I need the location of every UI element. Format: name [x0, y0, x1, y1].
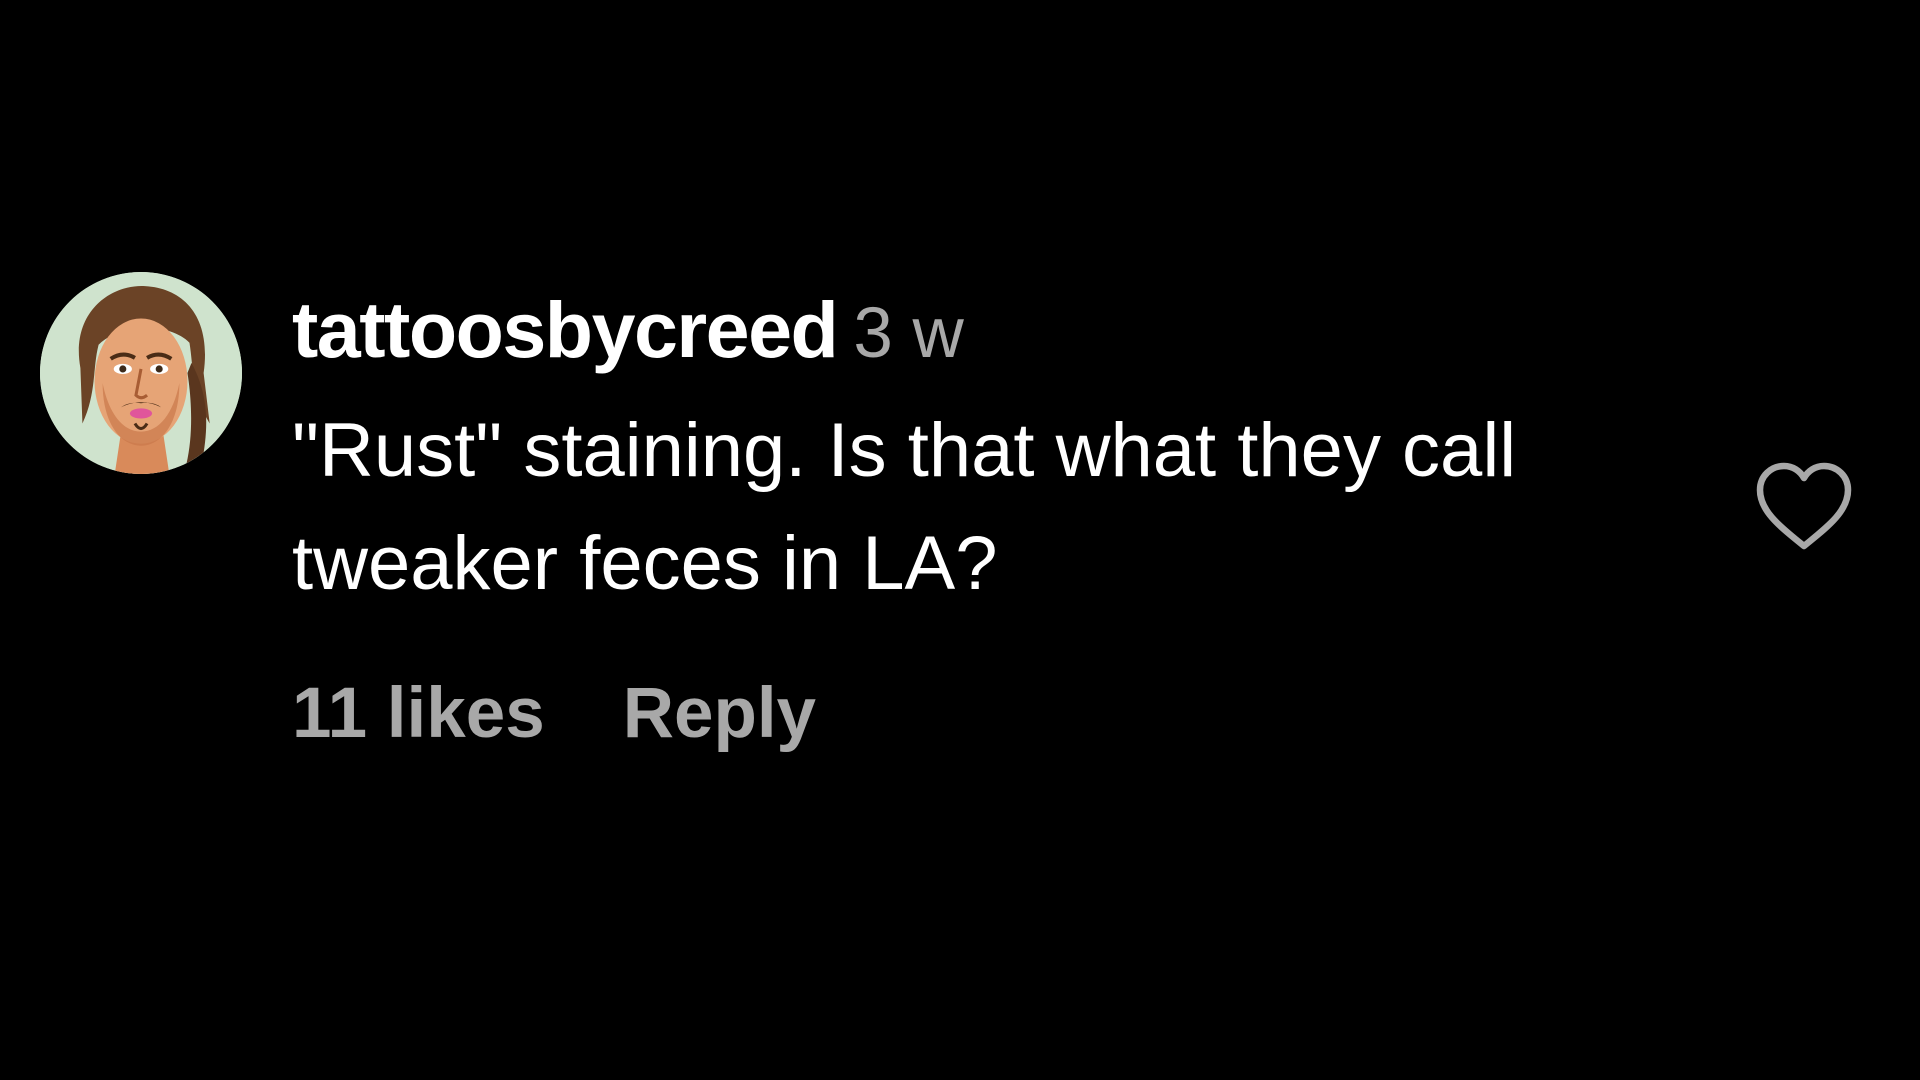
- avatar-illustration: [40, 272, 242, 474]
- likes-count[interactable]: 11 likes: [292, 674, 545, 753]
- reply-button[interactable]: Reply: [623, 674, 816, 753]
- comment-text: "Rust" staining. Is that what they call …: [292, 408, 1517, 606]
- comment-timestamp: 3 w: [853, 294, 964, 373]
- like-button[interactable]: [1752, 458, 1856, 554]
- heart-outline-icon: [1756, 462, 1852, 550]
- comment-screen: tattoosbycreed 3 w "Rust" staining. Is th…: [0, 0, 1920, 1080]
- avatar[interactable]: [40, 272, 242, 474]
- comment-header: tattoosbycreed 3 w: [292, 288, 964, 395]
- username-link[interactable]: tattoosbycreed: [292, 285, 839, 374]
- comment-item: tattoosbycreed 3 w "Rust" staining. Is th…: [40, 272, 1880, 772]
- comment-actions: 11 likes Reply: [292, 672, 816, 775]
